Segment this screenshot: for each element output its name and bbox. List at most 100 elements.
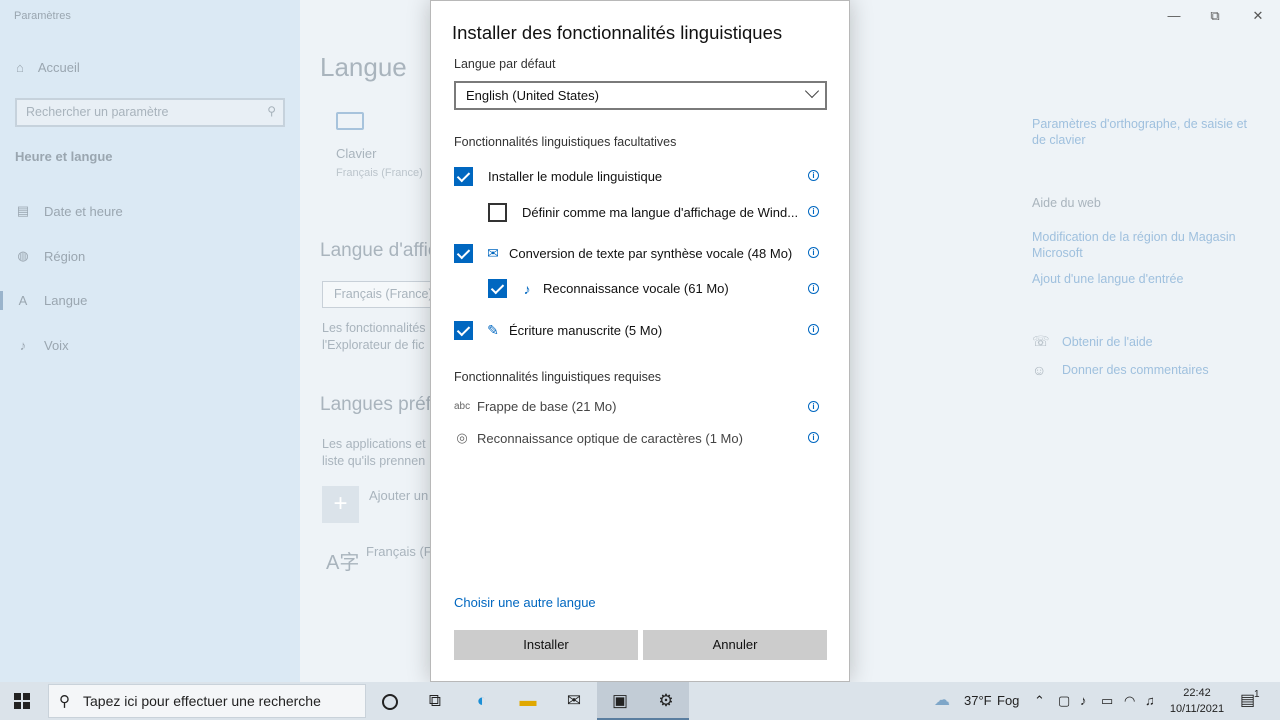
language-icon: A字	[326, 552, 360, 574]
taskbar-search-placeholder: Tapez ici pour effectuer une recherche	[83, 693, 321, 709]
choose-other-language-link[interactable]: Choisir une autre langue	[454, 595, 596, 610]
gear-icon: ⚙	[658, 691, 674, 710]
cortana-icon	[382, 693, 398, 710]
ocr-icon: ◎	[456, 430, 468, 445]
option-text-to-speech[interactable]: ✉ Conversion de texte par synthèse vocal…	[454, 244, 792, 263]
windows-start-button[interactable]	[14, 693, 30, 709]
preferred-languages-heading: Langues préfé	[320, 394, 442, 415]
checkbox[interactable]	[488, 203, 507, 222]
required-features-heading: Fonctionnalités linguistiques requises	[454, 370, 662, 384]
task-view-icon: ⧉	[428, 691, 442, 710]
notification-center-icon[interactable]: ▤	[1240, 682, 1255, 720]
home-icon: ⌂	[16, 60, 24, 75]
info-icon[interactable]: i	[808, 432, 819, 443]
option-install-language-pack[interactable]: Installer le module linguistique	[454, 167, 662, 186]
system-clock[interactable]: 22:42 10/11/2021	[1168, 685, 1226, 717]
preferred-desc-2: liste qu'ils prennen	[322, 454, 426, 468]
mail-button[interactable]: ✉	[551, 682, 597, 720]
weather-icon[interactable]: ☁	[934, 682, 950, 720]
sidebar-item-label: Région	[44, 248, 86, 264]
add-language-button[interactable]: +	[322, 486, 359, 523]
sidebar: Paramètres ⌂ Accueil Rechercher un param…	[0, 0, 300, 682]
meet-now-icon[interactable]: ▢	[1058, 682, 1070, 720]
file-explorer-button[interactable]: ▬	[505, 682, 551, 720]
speech-icon: ✉	[487, 245, 499, 261]
taskbar: ⚲ Tapez ici pour effectuer une recherche…	[0, 682, 1280, 720]
feedback-link[interactable]: ☺ Donner des commentaires	[1032, 362, 1209, 378]
keyboard-label: Clavier	[336, 146, 377, 161]
store-region-link[interactable]: Modification de la région du Magasin Mic…	[1032, 229, 1262, 261]
sidebar-item-label: Date et heure	[44, 203, 123, 219]
required-ocr: ◎ Reconnaissance optique de caractères (…	[454, 430, 743, 446]
maximize-button[interactable]: ⧉	[1203, 6, 1227, 26]
search-icon: ⚲	[59, 693, 70, 710]
sidebar-item-voice[interactable]: ♪ Voix	[16, 338, 69, 353]
sidebar-item-language[interactable]: A Langue	[16, 293, 88, 308]
wifi-icon[interactable]: ◠	[1124, 682, 1135, 720]
sidebar-item-label: Langue	[44, 293, 88, 308]
app-button-active[interactable]: ▣	[597, 682, 643, 720]
language-list-item[interactable]: Français (Fr	[366, 544, 436, 559]
microphone-icon[interactable]: ♪	[1080, 682, 1087, 720]
calendar-clock-icon: ▤	[16, 203, 30, 218]
taskbar-search-input[interactable]: ⚲ Tapez ici pour effectuer une recherche	[48, 684, 366, 718]
option-label: Installer le module linguistique	[488, 169, 663, 184]
notification-count: 1	[1254, 689, 1260, 700]
option-label: Définir comme ma langue d'affichage de W…	[522, 205, 799, 220]
sidebar-section-title: Heure et langue	[15, 149, 113, 164]
checkbox[interactable]	[454, 167, 473, 186]
microphone-icon: ♪	[523, 280, 531, 297]
keyboard-tile[interactable]: Clavier Français (France)	[336, 112, 423, 179]
info-icon[interactable]: i	[808, 170, 819, 181]
mail-icon: ✉	[566, 691, 582, 710]
cortana-button[interactable]	[367, 682, 413, 720]
window-title: Paramètres	[14, 10, 71, 22]
info-icon[interactable]: i	[808, 401, 819, 412]
get-help-link[interactable]: ☏ Obtenir de l'aide	[1032, 333, 1153, 350]
folder-icon: ▬	[519, 691, 537, 710]
sidebar-item-home[interactable]: ⌂ Accueil	[16, 60, 80, 75]
volume-icon[interactable]: ♫	[1145, 682, 1155, 720]
settings-search-input[interactable]: Rechercher un paramètre ⚲	[15, 98, 285, 127]
display-desc-2: l'Explorateur de fic	[322, 338, 425, 352]
sidebar-item-label: Voix	[44, 338, 69, 353]
default-language-label: Langue par défaut	[454, 57, 556, 71]
weather-condition[interactable]: Fog	[997, 682, 1019, 720]
info-icon[interactable]: i	[808, 283, 819, 294]
install-button[interactable]: Installer	[454, 630, 638, 660]
edge-button[interactable]: ◐	[459, 682, 505, 720]
close-button[interactable]: ✕	[1246, 6, 1270, 26]
add-input-language-link[interactable]: Ajout d'une langue d'entrée	[1032, 271, 1262, 287]
preferred-desc-1: Les applications et	[322, 437, 426, 451]
option-set-display-language[interactable]: Définir comme ma langue d'affichage de W…	[488, 203, 798, 222]
checkbox[interactable]	[454, 244, 473, 263]
spelling-settings-link[interactable]: Paramètres d'orthographe, de saisie et d…	[1032, 116, 1262, 148]
checkbox[interactable]	[454, 321, 473, 340]
minimize-button[interactable]: —	[1162, 6, 1186, 26]
default-language-dropdown[interactable]: English (United States)	[454, 81, 827, 110]
settings-button[interactable]: ⚙	[643, 682, 689, 720]
task-view-button[interactable]: ⧉	[412, 682, 458, 720]
show-hidden-icons-chevron-up-icon[interactable]: ⌃	[1034, 682, 1045, 720]
option-speech-recognition[interactable]: ♪ Reconnaissance vocale (61 Mo)	[488, 279, 729, 298]
battery-icon[interactable]: ▭	[1101, 682, 1113, 720]
abc-icon: abc	[454, 401, 471, 412]
info-icon[interactable]: i	[808, 324, 819, 335]
get-help-label: Obtenir de l'aide	[1062, 334, 1153, 349]
feedback-icon: ☺	[1032, 362, 1047, 378]
display-desc-1: Les fonctionnalités	[322, 321, 426, 335]
sidebar-item-region[interactable]: ◍ Région	[16, 248, 85, 264]
sidebar-item-date-time[interactable]: ▤ Date et heure	[16, 203, 123, 219]
page-title: Langue	[320, 52, 407, 82]
info-icon[interactable]: i	[808, 206, 819, 217]
option-handwriting[interactable]: ✎ Écriture manuscrite (5 Mo)	[454, 321, 662, 340]
weather-temp[interactable]: 37°F	[964, 682, 992, 720]
edge-icon: ◐	[476, 691, 488, 710]
checkbox[interactable]	[488, 279, 507, 298]
option-label: Écriture manuscrite (5 Mo)	[509, 323, 663, 338]
keyboard-icon	[336, 112, 364, 130]
add-language-label: Ajouter un	[369, 488, 429, 503]
chevron-down-icon	[804, 83, 820, 99]
cancel-button[interactable]: Annuler	[643, 630, 827, 660]
info-icon[interactable]: i	[808, 247, 819, 258]
